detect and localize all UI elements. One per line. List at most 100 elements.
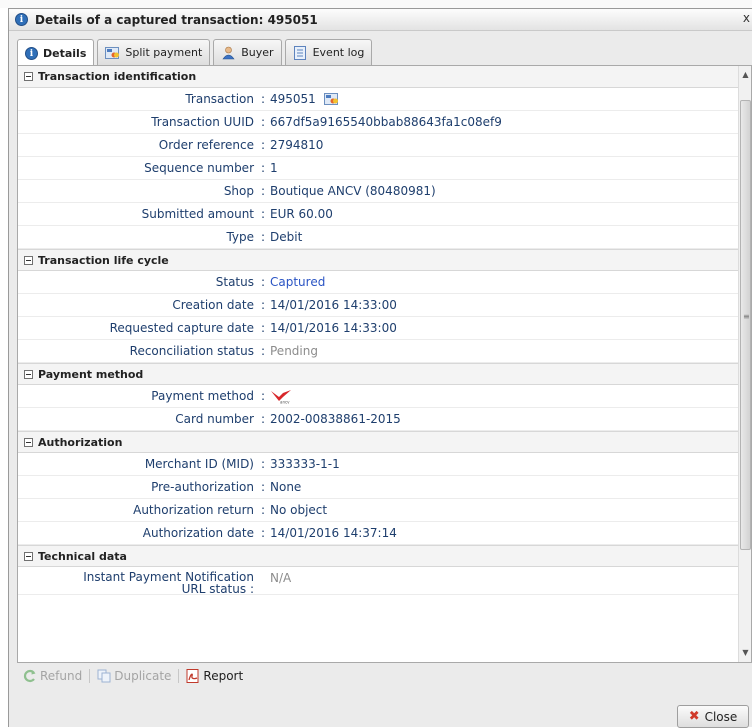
info-icon: i: [25, 46, 38, 60]
field-row-shop: Shop : Boutique ANCV (80480981): [18, 180, 738, 203]
section-technical-data[interactable]: Technical data: [18, 545, 738, 567]
field-row-authorization-date: Authorization date : 14/01/2016 14:37:14: [18, 522, 738, 545]
field-separator: :: [260, 480, 266, 494]
tab-buyer[interactable]: Buyer: [213, 39, 282, 65]
field-separator: :: [260, 526, 266, 540]
report-button[interactable]: Report: [186, 669, 243, 683]
field-label: Reconciliation status: [129, 344, 254, 358]
field-value: 2794810: [270, 138, 324, 152]
field-value: No object: [270, 503, 328, 517]
field-value: 333333-1-1: [270, 457, 340, 471]
refund-button[interactable]: Refund: [23, 669, 82, 683]
status-value: Captured: [270, 275, 326, 289]
field-label: Creation date: [172, 298, 254, 312]
field-row-authorization-return: Authorization return : No object: [18, 499, 738, 522]
field-label: Order reference: [158, 138, 254, 152]
tab-split-payment-label: Split payment: [125, 46, 203, 59]
close-icon[interactable]: x: [743, 11, 750, 25]
field-label: Instant Payment Notification URL status …: [18, 571, 256, 595]
field-separator: :: [260, 115, 266, 129]
grip-icon: ≡: [743, 312, 750, 321]
split-payment-icon[interactable]: [323, 92, 339, 106]
details-panel: Transaction identification Transaction :…: [17, 65, 752, 663]
field-value: Pending: [270, 344, 318, 358]
buyer-icon: [222, 46, 235, 59]
field-label: Payment method: [151, 389, 254, 403]
tab-details[interactable]: i Details: [17, 39, 95, 66]
section-title: Payment method: [38, 367, 144, 381]
field-value: None: [270, 480, 302, 494]
field-row-order-reference: Order reference : 2794810: [18, 134, 738, 157]
field-label: Transaction: [185, 92, 254, 106]
field-separator: :: [249, 582, 254, 596]
field-row-ipn-url-status: Instant Payment Notification URL status …: [18, 567, 738, 595]
field-row-transaction: Transaction : 495051: [18, 88, 738, 111]
tab-event-log[interactable]: Event log: [284, 39, 373, 65]
field-separator: :: [260, 457, 266, 471]
vertical-scrollbar[interactable]: ▲ ≡ ▼: [738, 66, 751, 662]
duplicate-button[interactable]: Duplicate: [97, 669, 171, 683]
section-transaction-identification[interactable]: Transaction identification: [18, 66, 738, 88]
scroll-down-arrow-icon[interactable]: ▼: [739, 646, 751, 660]
field-value: 14/01/2016 14:33:00: [270, 321, 397, 335]
field-separator: :: [260, 321, 266, 335]
field-label: Authorization return: [133, 503, 254, 517]
collapse-icon[interactable]: [24, 369, 33, 379]
tab-split-payment[interactable]: Split payment: [97, 39, 211, 65]
close-label: Close: [704, 709, 738, 724]
field-row-requested-capture-date: Requested capture date : 14/01/2016 14:3…: [18, 317, 738, 340]
field-row-reconciliation-status: Reconciliation status : Pending: [18, 340, 738, 363]
event-log-icon: [293, 45, 306, 60]
field-separator: :: [260, 184, 266, 198]
field-separator: :: [260, 344, 266, 358]
section-title: Authorization: [38, 435, 123, 449]
collapse-icon[interactable]: [24, 255, 33, 265]
close-button[interactable]: ✖ Close: [677, 705, 749, 728]
field-row-status: Status : Captured: [18, 271, 738, 294]
close-icon: ✖: [688, 709, 700, 724]
tab-buyer-label: Buyer: [241, 46, 274, 59]
field-label-line2: URL status: [181, 582, 247, 596]
background-strip: [0, 0, 752, 8]
field-value: 14/01/2016 14:37:14: [270, 526, 397, 540]
field-label: Submitted amount: [141, 207, 254, 221]
field-separator: :: [260, 412, 266, 426]
svg-text:ancv: ancv: [280, 400, 290, 405]
field-value: 495051: [270, 92, 339, 106]
field-value: EUR 60.00: [270, 207, 333, 221]
scrollbar-thumb[interactable]: ≡: [740, 100, 751, 550]
section-transaction-life-cycle[interactable]: Transaction life cycle: [18, 249, 738, 271]
toolbar-divider: [178, 669, 180, 683]
info-icon: i: [15, 13, 28, 26]
scroll-up-arrow-icon[interactable]: ▲: [739, 68, 751, 82]
toolbar-divider: [89, 669, 91, 683]
field-value: Boutique ANCV (80480981): [270, 184, 436, 198]
field-row-sequence-number: Sequence number : 1: [18, 157, 738, 180]
field-value: ancv: [270, 388, 292, 404]
field-value: 14/01/2016 14:33:00: [270, 298, 397, 312]
field-separator: :: [260, 503, 266, 517]
collapse-icon[interactable]: [24, 551, 33, 561]
field-value: Debit: [270, 230, 303, 244]
report-label: Report: [203, 669, 244, 683]
field-label: Status: [215, 275, 254, 289]
collapse-icon[interactable]: [24, 72, 33, 81]
field-label: Requested capture date: [109, 321, 254, 335]
section-authorization[interactable]: Authorization: [18, 431, 738, 453]
field-label: Card number: [175, 412, 254, 426]
dialog-titlebar[interactable]: i Details of a captured transaction: 495…: [9, 9, 752, 31]
section-title: Transaction identification: [38, 70, 197, 83]
field-label: Merchant ID (MID): [144, 457, 254, 471]
transaction-id-value: 495051: [270, 92, 316, 106]
tab-details-label: Details: [43, 46, 87, 60]
field-separator: :: [260, 389, 266, 403]
field-separator: :: [260, 207, 266, 221]
tab-event-log-label: Event log: [312, 46, 365, 59]
field-row-card-number: Card number : 2002-00838861-2015: [18, 408, 738, 431]
field-separator: :: [260, 275, 266, 289]
collapse-icon[interactable]: [24, 437, 33, 447]
refund-label: Refund: [40, 669, 83, 683]
field-label: Sequence number: [144, 161, 254, 175]
section-payment-method[interactable]: Payment method: [18, 363, 738, 385]
details-content: Transaction identification Transaction :…: [18, 66, 738, 662]
